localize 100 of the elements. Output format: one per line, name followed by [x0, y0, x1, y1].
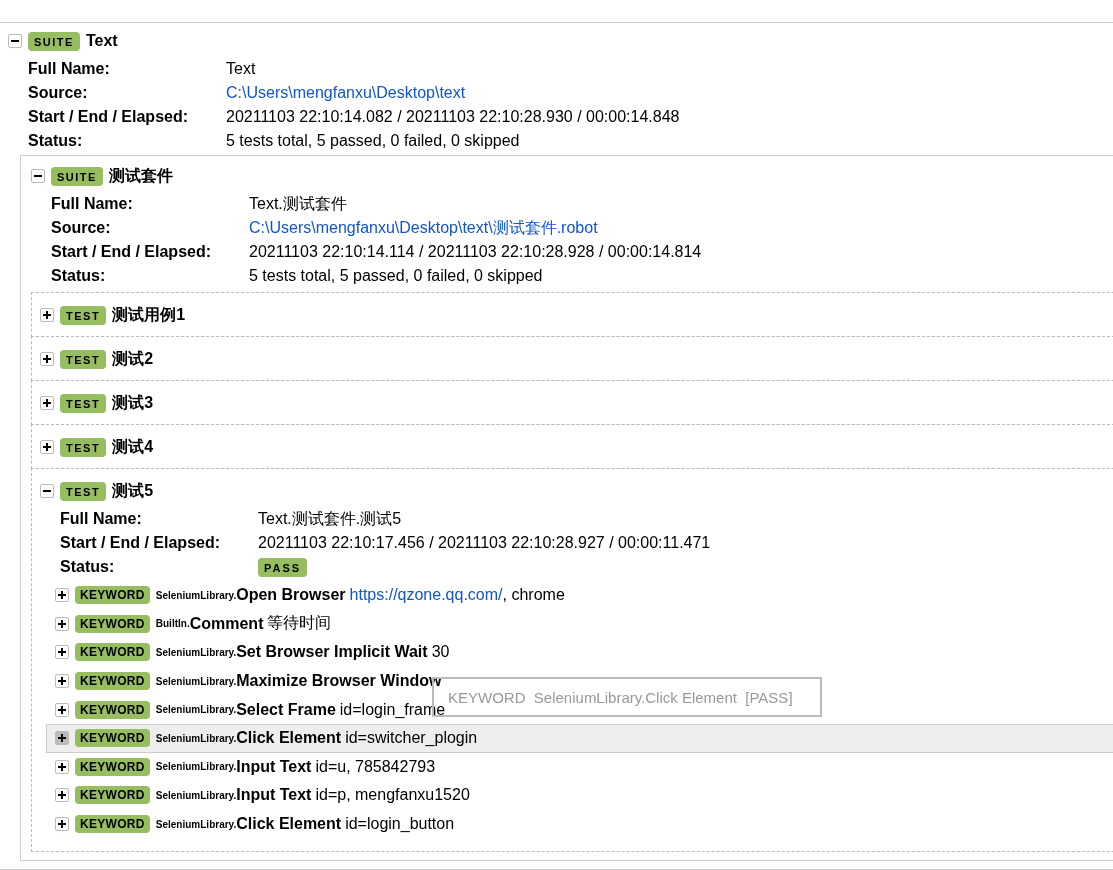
item-name: Text [85, 32, 118, 50]
expand-toggle[interactable] [40, 484, 54, 498]
library-name: SeleniumLibrary. [155, 818, 237, 830]
meta-label: Status: [60, 558, 116, 576]
type-badge: TEST [60, 437, 107, 457]
keyword-name: Open Browser [236, 586, 346, 605]
argument-text: id=p, mengfanxu1520 [315, 786, 470, 804]
type-badge: TEST [60, 393, 107, 413]
keyword-badge: KEYWORD [75, 815, 150, 834]
argument-text: id=login_frame [339, 700, 446, 718]
keyword-badge: KEYWORD [75, 729, 150, 748]
source-link[interactable]: C:\Users\mengfanxu\Desktop\text\测试套件.robot [249, 217, 598, 239]
meta-label: Full Name: [28, 60, 111, 78]
expand-toggle[interactable] [55, 702, 69, 717]
library-name: BuiltIn. [155, 618, 190, 630]
expand-toggle[interactable] [40, 352, 54, 366]
type-badge: TEST [60, 349, 107, 369]
expand-toggle[interactable] [40, 308, 54, 322]
meta-value: 20211103 22:10:14.082 / 20211103 22:10:28.930 / 00:00:14.848 [226, 108, 680, 126]
plus-icon [58, 619, 66, 628]
expand-toggle[interactable] [40, 396, 54, 410]
plus-icon [58, 820, 66, 829]
keyword-name: Input Text [236, 786, 312, 805]
meta-value: Text.测试套件 [249, 193, 347, 214]
meta-value: 5 tests total, 5 passed, 0 failed, 0 skipped [249, 267, 543, 285]
plus-icon [58, 648, 66, 657]
expand-toggle[interactable] [55, 588, 69, 603]
status-badge: PASS [258, 557, 308, 577]
meta-label: Source: [51, 219, 112, 237]
minus-icon [43, 487, 51, 495]
meta-label: Full Name: [51, 195, 134, 213]
item-name: 测试2 [112, 348, 154, 369]
expand-toggle[interactable] [55, 731, 69, 746]
argument-link[interactable]: https://qzone.qq.com/ [349, 586, 503, 604]
expand-toggle[interactable] [8, 34, 22, 48]
meta-label: Start / End / Elapsed: [51, 243, 213, 261]
expand-toggle[interactable] [40, 440, 54, 454]
keyword-badge: KEYWORD [75, 757, 150, 776]
expand-toggle[interactable] [55, 788, 69, 803]
plus-icon [58, 591, 66, 600]
plus-icon [43, 399, 51, 407]
keyword-name: Select Frame [236, 700, 336, 719]
library-name: SeleniumLibrary. [155, 704, 237, 716]
source-link[interactable]: C:\Users\mengfanxu\Desktop\text [226, 84, 466, 102]
argument-text: 30 [431, 643, 450, 661]
meta-label: Full Name: [60, 510, 143, 528]
type-badge: TEST [60, 481, 107, 501]
library-name: SeleniumLibrary. [155, 761, 237, 773]
type-badge: SUITE [51, 166, 103, 186]
argument-text: id=u, 785842793 [315, 757, 436, 775]
argument-text: id=login_button [345, 815, 455, 833]
library-name: SeleniumLibrary. [155, 647, 237, 658]
keyword-badge: KEYWORD [75, 700, 150, 719]
keyword-name: Set Browser Implicit Wait [236, 643, 428, 662]
keyword-badge: KEYWORD [75, 672, 150, 691]
plus-icon [58, 705, 66, 714]
meta-label: Start / End / Elapsed: [28, 108, 190, 126]
keyword-badge: KEYWORD [75, 614, 150, 633]
expand-toggle[interactable] [55, 817, 69, 832]
minus-icon [34, 172, 42, 180]
plus-icon [58, 734, 66, 743]
highlighted-keyword-row[interactable]: KEYWORD SeleniumLibrary.Click Element id=switcher_plogin [46, 723, 1113, 753]
meta-label: Source: [28, 84, 89, 102]
argument-text: id=switcher_plogin [345, 729, 478, 747]
expand-toggle[interactable] [31, 169, 45, 183]
item-name: 测试用例1 [112, 304, 186, 325]
plus-icon [43, 443, 51, 451]
plus-icon [58, 762, 66, 771]
type-badge: TEST [60, 305, 107, 325]
library-name: SeleniumLibrary. [155, 732, 237, 744]
minus-icon [11, 37, 19, 45]
library-name: SeleniumLibrary. [155, 789, 237, 801]
library-name: SeleniumLibrary. [155, 675, 237, 687]
library-name: SeleniumLibrary. [155, 589, 237, 601]
keyword-badge: KEYWORD [75, 586, 150, 605]
plus-icon [58, 791, 66, 800]
meta-value: 20211103 22:10:14.114 / 20211103 22:10:28.928 / 00:00:14.814 [249, 243, 702, 261]
plus-icon [58, 677, 66, 686]
item-name: 测试4 [112, 436, 154, 457]
item-name: 测试3 [112, 392, 154, 413]
meta-value: 20211103 22:10:17.456 / 20211103 22:10:28.927 / 00:00:11.471 [258, 534, 711, 552]
meta-label: Status: [51, 267, 107, 285]
meta-label: Status: [28, 132, 84, 150]
expand-toggle[interactable] [55, 759, 69, 774]
type-badge: SUITE [28, 31, 80, 51]
keyword-badge: KEYWORD [75, 786, 150, 805]
expand-toggle[interactable] [55, 645, 69, 660]
meta-value: 5 tests total, 5 passed, 0 failed, 0 skipped [226, 132, 520, 150]
keyword-name: Comment [189, 614, 264, 633]
expand-toggle[interactable] [55, 616, 69, 631]
meta-label: Start / End / Elapsed: [60, 534, 222, 552]
plus-icon [43, 311, 51, 319]
argument-text: , chrome [502, 586, 565, 604]
plus-icon [43, 355, 51, 363]
expand-toggle[interactable] [55, 674, 69, 689]
meta-value: Text.测试套件.测试5 [258, 508, 402, 529]
keyword-badge: KEYWORD [75, 643, 150, 662]
argument-text: 等待时间 [267, 614, 332, 632]
keyword-name: Click Element [236, 729, 342, 748]
item-name: 测试套件 [108, 165, 173, 186]
